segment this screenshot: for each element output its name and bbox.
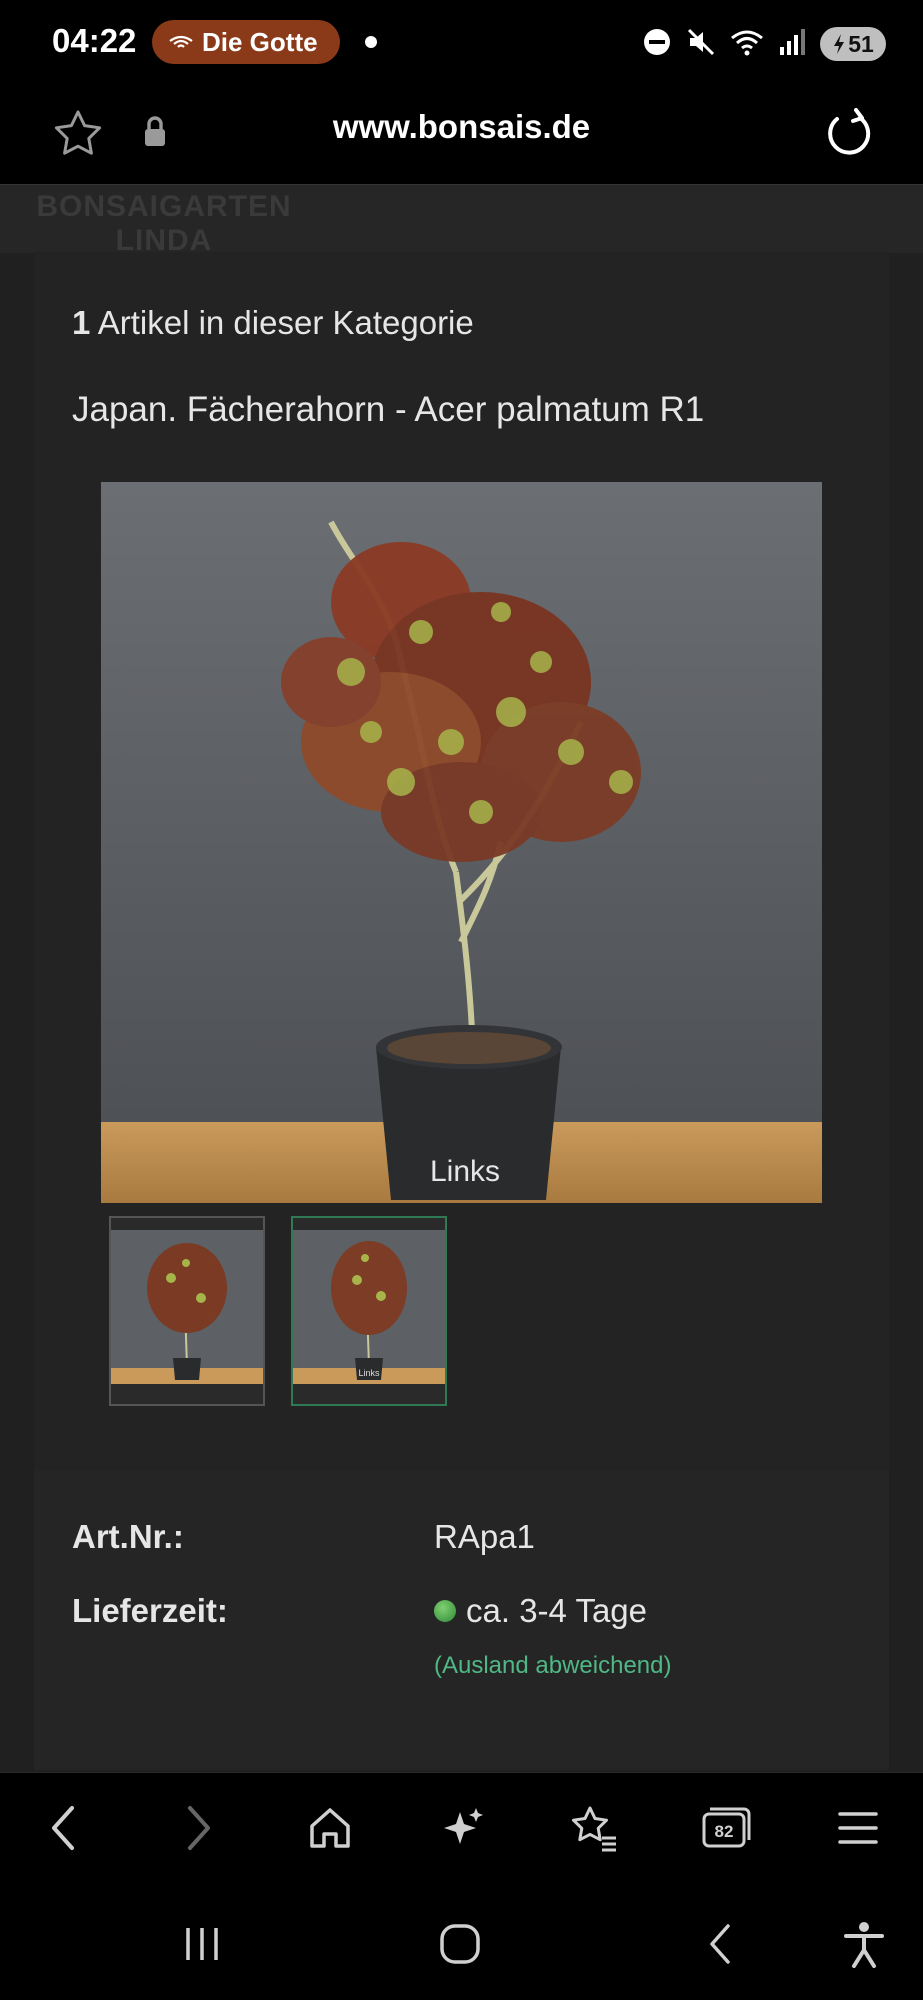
accessibility-button[interactable] <box>834 1914 894 1974</box>
article-number-label: Art.Nr.: <box>72 1518 184 1555</box>
dnd-icon <box>642 27 672 62</box>
system-home-button[interactable] <box>430 1914 490 1974</box>
product-image[interactable]: Links <box>101 482 822 1203</box>
ai-assist-button[interactable] <box>434 1800 490 1856</box>
back-button[interactable] <box>36 1800 92 1856</box>
delivery-time: ca. 3-4 Tage <box>466 1592 648 1629</box>
notification-dot <box>365 36 377 48</box>
signal-icon <box>778 27 806 62</box>
battery-icon: 51 <box>820 27 886 61</box>
delivery-note-link[interactable]: (Ausland abweichend) <box>434 1652 671 1680</box>
home-button[interactable] <box>302 1800 358 1856</box>
back-icon <box>52 1806 74 1850</box>
thumbnail-1[interactable] <box>109 1216 265 1406</box>
battery-level: 51 <box>848 30 874 57</box>
wifi-icon <box>730 27 764 62</box>
article-count-text: Artikel in dieser Kategorie <box>97 304 474 341</box>
url-field[interactable]: www.bonsais.de <box>0 108 923 146</box>
category-count: 1 Artikel in dieser Kategorie <box>72 304 474 342</box>
site-logo[interactable]: BONSAIGARTEN LINDA <box>34 190 294 258</box>
article-number-value: RApa1 <box>434 1518 535 1555</box>
bookmarks-button[interactable] <box>566 1800 622 1856</box>
thumbnail-2-selected[interactable]: Links <box>291 1216 447 1406</box>
media-indicator[interactable]: Die Gotte <box>152 20 340 64</box>
tabs-button[interactable]: 82 <box>698 1800 754 1856</box>
system-back-button[interactable] <box>690 1914 750 1974</box>
reload-button[interactable] <box>820 106 876 167</box>
bookmarks-icon <box>572 1806 616 1852</box>
image-caption: Links <box>430 1155 500 1188</box>
system-back-icon <box>710 1924 730 1964</box>
home-icon <box>310 1808 350 1848</box>
menu-icon <box>838 1812 878 1844</box>
product-title[interactable]: Japan. Fächerahorn - Acer palmatum R1 <box>72 390 704 430</box>
logo-line-1: BONSAIGARTEN <box>36 190 292 223</box>
reload-icon <box>828 108 871 155</box>
accessibility-icon <box>844 1922 884 1968</box>
forward-icon <box>188 1806 210 1850</box>
status-icons: 51 <box>642 22 886 66</box>
home-circle-icon <box>440 1924 480 1964</box>
forward-button[interactable] <box>170 1800 226 1856</box>
recents-button[interactable] <box>172 1914 232 1974</box>
delivery-label: Lieferzeit: <box>72 1592 228 1629</box>
clock: 04:22 <box>52 22 137 59</box>
tab-count: 82 <box>715 1822 734 1841</box>
cast-icon <box>168 27 194 58</box>
delivery-value: ca. 3-4 Tage <box>434 1592 647 1630</box>
article-count: 1 <box>72 304 91 341</box>
recents-icon <box>186 1928 218 1960</box>
availability-dot-icon <box>434 1600 456 1622</box>
mute-icon <box>686 27 716 62</box>
media-title: Die Gotte <box>202 26 318 57</box>
tabs-icon: 82 <box>702 1807 751 1848</box>
menu-button[interactable] <box>830 1800 886 1856</box>
thumb-caption: Links <box>358 1368 380 1378</box>
sparkle-icon <box>444 1808 483 1844</box>
